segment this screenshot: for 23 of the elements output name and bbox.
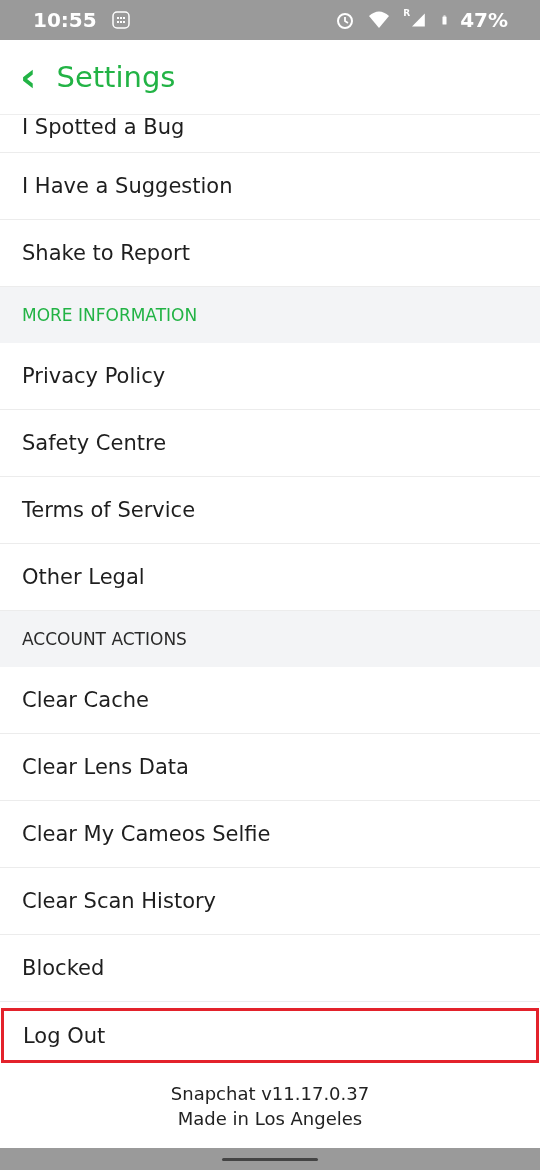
settings-item[interactable]: I Spotted a Bug xyxy=(0,115,540,153)
section-header: ACCOUNT ACTIONS xyxy=(0,611,540,667)
settings-item[interactable]: Safety Centre xyxy=(0,410,540,477)
calendar-icon xyxy=(110,10,131,30)
settings-item[interactable]: Clear Cache xyxy=(0,667,540,734)
home-handle[interactable] xyxy=(222,1157,318,1161)
battery-percent: 47% xyxy=(460,8,508,32)
settings-item[interactable]: Terms of Service xyxy=(0,477,540,544)
settings-item[interactable]: Blocked xyxy=(0,935,540,1002)
settings-item[interactable]: Clear My Cameos Selfie xyxy=(0,801,540,868)
settings-item[interactable]: Log Out xyxy=(1,1008,539,1063)
roaming-mark: R xyxy=(403,8,411,18)
settings-item[interactable]: Privacy Policy xyxy=(0,343,540,410)
footer-text: Snapchat v11.17.0.37 xyxy=(170,1082,370,1104)
settings-item[interactable]: I Have a Suggestion xyxy=(0,153,540,220)
screen-title: Settings xyxy=(56,60,176,94)
status-time: 10:55 xyxy=(33,8,97,32)
settings-item[interactable]: Clear Scan History xyxy=(0,868,540,935)
footer-text: Made in Los Angeles xyxy=(177,1107,363,1129)
section-header: MORE INFORMATION xyxy=(0,287,540,343)
wifi-icon xyxy=(369,10,390,30)
alarm-icon xyxy=(335,10,356,30)
settings-item[interactable]: Clear Lens Data xyxy=(0,734,540,801)
